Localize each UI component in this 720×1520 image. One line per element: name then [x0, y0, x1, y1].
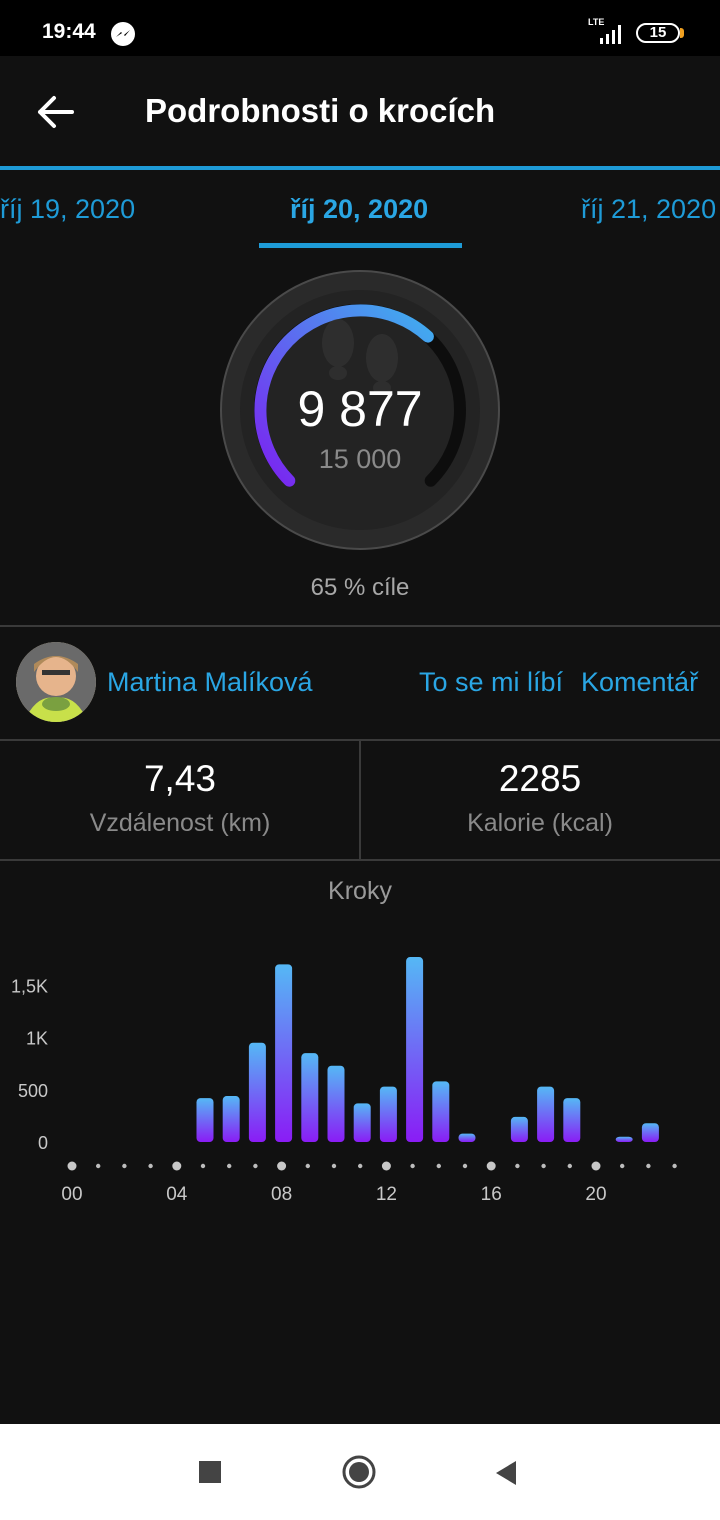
- battery-tip: [680, 28, 684, 38]
- chart-bar: [222, 1096, 240, 1142]
- divider: [0, 859, 720, 861]
- x-axis-dot: [567, 1163, 572, 1169]
- x-axis-dot: [515, 1163, 520, 1169]
- x-axis-dot: [172, 1161, 182, 1171]
- x-tick-label: 08: [271, 1184, 292, 1205]
- chart-bar: [301, 1053, 319, 1142]
- distance-value: 7,43: [143, 758, 216, 799]
- chart-bar: [563, 1098, 581, 1142]
- y-tick-label: 0: [38, 1133, 48, 1153]
- chart-bar: [432, 1081, 450, 1142]
- x-tick-label: 04: [166, 1184, 188, 1205]
- comment-button[interactable]: Komentář: [581, 667, 698, 698]
- y-tick-label: 1,5K: [11, 976, 48, 996]
- chart-bar: [406, 957, 424, 1142]
- chart-bar: [510, 1116, 528, 1142]
- x-axis-dot: [200, 1163, 206, 1169]
- steps-bar-chart: 0 500 1K 1,5K 00 04 08 12 16 20: [11, 957, 677, 1205]
- x-axis-dot: [253, 1163, 258, 1169]
- user-name-link[interactable]: Martina Malíková: [107, 667, 313, 698]
- y-tick-label: 1K: [26, 1029, 48, 1049]
- calories-label: Kalorie (kcal): [467, 809, 613, 837]
- chart-bar: [353, 1103, 371, 1142]
- x-tick-label: 00: [61, 1184, 82, 1205]
- tab-previous-date[interactable]: říj 19, 2020: [0, 194, 135, 225]
- x-axis-dot: [486, 1161, 496, 1171]
- x-axis-dot: [436, 1163, 441, 1169]
- x-axis-dot: [277, 1161, 287, 1171]
- x-axis-dot: [541, 1163, 546, 1169]
- tab-current-date[interactable]: říj 20, 2020: [290, 194, 428, 225]
- x-axis-dot: [646, 1163, 651, 1169]
- page-title: Podrobnosti o krocích: [145, 92, 496, 129]
- x-axis-dot: [620, 1163, 625, 1169]
- x-tick-label: 16: [481, 1184, 502, 1205]
- x-axis-dot: [462, 1163, 468, 1169]
- x-axis-dot: [381, 1161, 391, 1171]
- chart-bar: [196, 1098, 214, 1142]
- active-tab-indicator: [259, 243, 462, 248]
- calories-value: 2285: [498, 758, 582, 799]
- x-axis-dot: [305, 1163, 310, 1169]
- steps-goal: 15 000: [318, 444, 402, 474]
- back-button-icon[interactable]: [494, 1459, 518, 1487]
- chart-bar: [327, 1065, 345, 1142]
- back-arrow-icon[interactable]: [36, 94, 76, 130]
- divider: [0, 625, 720, 627]
- x-axis-dot: [122, 1163, 127, 1169]
- chart-bar: [537, 1086, 555, 1142]
- x-axis-dot: [672, 1163, 677, 1169]
- chart-bar: [641, 1123, 659, 1142]
- header-divider: [0, 166, 720, 170]
- signal-icon: [600, 25, 621, 44]
- x-axis-dot: [331, 1163, 337, 1169]
- chart-bar: [379, 1086, 397, 1142]
- x-axis-dot: [358, 1163, 363, 1169]
- x-tick-label: 12: [376, 1184, 397, 1205]
- goal-percent: 65 % cíle: [310, 574, 410, 601]
- status-time: 19:44: [42, 20, 96, 43]
- x-axis-dot: [227, 1163, 232, 1169]
- recents-button-icon[interactable]: [199, 1461, 221, 1483]
- x-axis-dot: [96, 1163, 101, 1169]
- distance-label: Vzdálenost (km): [89, 809, 271, 837]
- y-tick-label: 500: [18, 1081, 48, 1101]
- x-tick-label: 20: [585, 1184, 606, 1205]
- messenger-icon: [111, 22, 135, 46]
- home-button-icon[interactable]: [342, 1455, 376, 1489]
- chart-bar: [458, 1133, 476, 1142]
- chart-bar: [248, 1042, 266, 1142]
- like-button[interactable]: To se mi líbí: [419, 667, 563, 698]
- x-axis-dot: [67, 1161, 77, 1171]
- x-axis-dot: [410, 1163, 415, 1169]
- battery-icon: 15: [636, 23, 680, 43]
- tab-next-date[interactable]: říj 21, 2020: [581, 194, 716, 225]
- chart-bar: [615, 1136, 633, 1142]
- avatar[interactable]: [16, 642, 96, 722]
- x-axis-dot: [148, 1163, 153, 1169]
- chart-bar: [275, 964, 293, 1142]
- steps-count: 9 877: [297, 381, 423, 437]
- x-axis-dot: [591, 1161, 601, 1171]
